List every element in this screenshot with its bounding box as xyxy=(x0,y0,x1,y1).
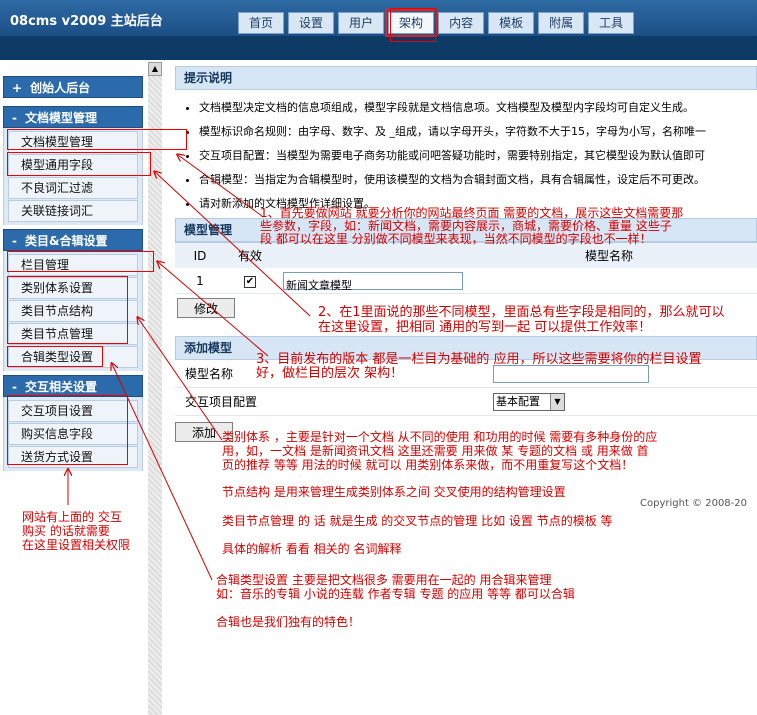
annotation-node-manage: 类目节点管理 的 话 就是生成 的交叉节点的管理 比如 设置 节点的模板 等 xyxy=(222,514,613,528)
annotation-1: 段 都可以在这里 分别做不同模型来表现，当然不同模型的字段也不一样！ xyxy=(260,232,652,246)
annotation-album: 如：音乐的专辑 小说的连载 作者专辑 专题 的应用 等等 都可以合辑 xyxy=(216,587,575,601)
collapse-icon: - xyxy=(12,234,17,248)
annotation-category: 页的推荐 等等 用法的时候 就可以 用类别体系来做，而不用重复写这个文档！ xyxy=(222,458,634,472)
cell-id: 1 xyxy=(196,274,204,288)
expand-icon: + xyxy=(12,81,23,95)
new-model-name-input[interactable] xyxy=(493,364,649,383)
model-name-field[interactable]: 新闻文章模型 xyxy=(283,272,463,292)
sidebar-group-label: 文档模型管理 xyxy=(24,111,97,125)
add-config-row: 交互项目配置 基本配置 ▼ xyxy=(175,388,757,416)
sidebar-group-label: 类目&合辑设置 xyxy=(24,234,108,248)
sidebar-founder[interactable]: + 创始人后台 xyxy=(3,76,143,98)
annotation-album: 合辑类型设置 主要是把文档很多 需要用在一起的 用合辑来管理 xyxy=(216,573,552,587)
sidebar-group-interaction[interactable]: - 交互相关设置 xyxy=(3,375,143,397)
tab-users[interactable]: 用户 xyxy=(338,12,385,34)
annotation-1: 些参数，字段，如：新闻文档，需要内容展示，商城，需要价格、重量 这些子 xyxy=(260,219,672,233)
tab-tools[interactable]: 工具 xyxy=(588,12,635,34)
tab-content[interactable]: 内容 xyxy=(438,12,485,34)
valid-checkbox[interactable]: ✔ xyxy=(244,275,256,288)
tab-settings[interactable]: 设置 xyxy=(288,12,335,34)
annotation-3: 好，做栏目的层次 架构！ xyxy=(256,366,404,381)
tab-home[interactable]: 首页 xyxy=(238,12,285,34)
scroll-up-icon[interactable]: ▲ xyxy=(148,62,162,76)
annotation-3: 3、目前发布的版本 都是一栏目为基础的 应用，所以这些需要将你的栏目设置 xyxy=(256,352,702,367)
header-subbar xyxy=(0,36,757,60)
tab-templates[interactable]: 模板 xyxy=(488,12,535,34)
sidebar-group-category[interactable]: - 类目&合辑设置 xyxy=(3,229,143,251)
copyright: Copyright © 2008-20 xyxy=(640,498,748,509)
highlight-box xyxy=(7,251,154,272)
app-logo: 08cms v2009 主站后台 xyxy=(10,14,163,29)
sidebar-item-link-words[interactable]: 关联链接词汇 xyxy=(8,200,138,222)
collapse-icon: - xyxy=(12,111,17,125)
annotation-interaction: 网站有上面的 交互 xyxy=(22,510,122,524)
annotation-category: 类别体系 ，主要是针对一个文档 从不同的使用 和功用的时候 需要有多种身份的应 xyxy=(222,430,658,444)
highlight-box xyxy=(7,276,128,344)
chevron-down-icon: ▼ xyxy=(550,393,564,410)
highlight-box xyxy=(7,395,128,465)
top-nav: 首页 设置 用户 架构 内容 模板 附属 工具 xyxy=(238,9,638,37)
tips-list: 文档模型决定文档的信息项组成，模型字段就是文档信息项。文档模型及模型内字段均可自… xyxy=(175,90,757,220)
tips-panel: 提示说明 文档模型决定文档的信息项组成，模型字段就是文档信息项。文档模型及模型内… xyxy=(175,66,757,220)
annotation-album-feature: 合辑也是我们独有的特色！ xyxy=(216,615,361,629)
annotation-category: 用，如，一文档 是新闻资讯文档 这里还需要 用来做 某 专题的文档 或 用来做 … xyxy=(222,444,649,458)
annotation-1: 1、首先要做网站 就要分析你的网站最终页面 需要的文档，展示这些文档需要那 xyxy=(260,206,684,220)
highlight-box xyxy=(7,346,103,367)
collapse-icon: - xyxy=(12,380,17,394)
col-valid: 有效 xyxy=(237,249,262,263)
tip-item: 交互项目配置：当模型为需要电子商务功能或问吧答疑功能时，需要特别指定，其它模型设… xyxy=(199,144,757,168)
tip-item: 模型标识命名规则：由字母、数字、及 _组成，请以字母开头，字符数不大于15，字母… xyxy=(199,120,757,144)
highlight-box xyxy=(390,8,436,42)
tip-item: 合辑模型：当指定为合辑模型时，使用该模型的文档为合辑封面文档，具有合辑属性，设定… xyxy=(199,168,757,192)
col-model-name: 模型名称 xyxy=(585,249,634,263)
sidebar-founder-label: 创始人后台 xyxy=(30,81,91,95)
tip-item: 文档模型决定文档的信息项组成，模型字段就是文档信息项。文档模型及模型内字段均可自… xyxy=(199,96,757,120)
annotation-glossary: 具体的解析 看看 相关的 名词解释 xyxy=(222,542,402,556)
sidebar-group-doc-model[interactable]: - 文档模型管理 xyxy=(3,106,143,128)
annotation-interaction: 在这里设置相关权限 xyxy=(22,538,131,552)
sidebar-item-bad-words[interactable]: 不良词汇过滤 xyxy=(8,177,138,199)
tips-title: 提示说明 xyxy=(175,66,757,90)
col-id: ID xyxy=(193,249,207,263)
highlight-box xyxy=(7,152,151,176)
sidebar-group-label: 交互相关设置 xyxy=(24,380,97,394)
tab-attachments[interactable]: 附属 xyxy=(538,12,585,34)
highlight-box xyxy=(7,129,187,150)
config-label: 交互项目配置 xyxy=(185,395,258,409)
annotation-2: 2、在1里面说的那些不同模型，里面总有些字段是相同的，那么就可以 xyxy=(318,305,725,320)
annotation-2: 在这里设置，把相同 通用的写到一起 可以提供工作效率！ xyxy=(318,320,652,335)
config-select[interactable]: 基本配置 ▼ xyxy=(493,392,565,411)
edit-button[interactable]: 修改 xyxy=(177,298,236,318)
table-row: 1 ✔ 新闻文章模型 xyxy=(175,268,757,294)
header: 08cms v2009 主站后台 首页 设置 用户 架构 内容 模板 附属 工具 xyxy=(0,0,757,60)
config-select-value: 基本配置 xyxy=(496,394,540,408)
annotation-interaction: 购买 的话就需要 xyxy=(22,524,110,538)
annotation-node-structure: 节点结构 是用来管理生成类别体系之间 交叉使用的结构管理设置 xyxy=(222,485,566,499)
